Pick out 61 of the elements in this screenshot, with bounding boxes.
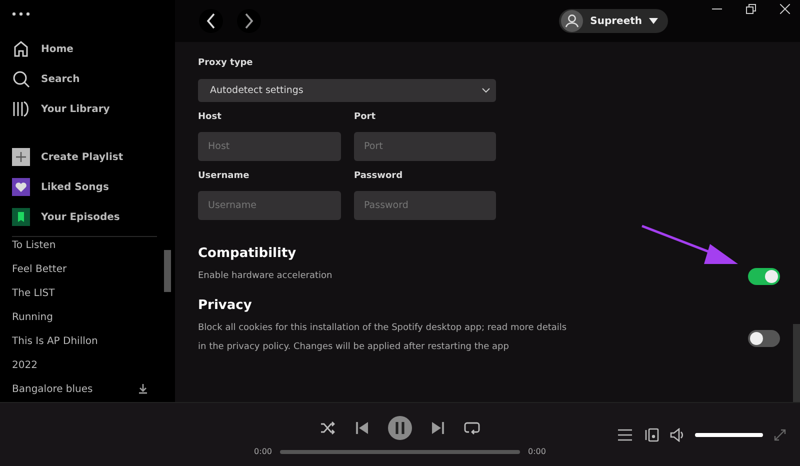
playlist-item[interactable]: This Is AP Dhillon (12, 329, 164, 353)
field-label: Proxy type (198, 57, 254, 69)
home-icon (12, 40, 30, 58)
sidebar-action[interactable]: Liked Songs (12, 172, 175, 202)
caret-icon (649, 18, 658, 24)
playlist-item[interactable]: The LIST (12, 281, 164, 305)
device-icon[interactable] (643, 428, 659, 442)
back-button[interactable] (199, 9, 223, 33)
sidebar-action[interactable]: Create Playlist (12, 142, 175, 172)
input-field[interactable]: Port (354, 132, 496, 161)
repeat-icon[interactable] (464, 421, 480, 435)
playlist-item[interactable]: To Listen (12, 237, 164, 257)
volume-slider[interactable] (695, 432, 763, 436)
pause-icon (395, 422, 405, 434)
setting-description: Enable hardware acceleration (198, 270, 334, 283)
nav-item[interactable]: Your Library (12, 94, 175, 124)
nav-item[interactable]: Search (12, 64, 175, 94)
section-heading: Privacy (198, 298, 253, 313)
sidebar-action[interactable]: Your Episodes (12, 202, 175, 232)
pause-button[interactable] (388, 416, 412, 440)
user-menu-button[interactable]: Supreeth (559, 9, 668, 33)
forward-button[interactable] (237, 9, 261, 33)
toggle-switch[interactable] (748, 268, 780, 285)
playlist-item[interactable]: Running (12, 305, 164, 329)
forward-icon (245, 13, 254, 29)
input-field[interactable]: Username (198, 191, 341, 220)
queue-icon[interactable] (618, 428, 632, 440)
progress-bar[interactable] (280, 450, 520, 454)
playlist-item[interactable]: 2022 (12, 353, 164, 377)
nav-item[interactable]: Home (12, 34, 175, 64)
field-label: Password (354, 170, 404, 182)
scrollbar-thumb[interactable] (793, 324, 800, 402)
proxy-type-dropdown[interactable]: Autodetect settings (198, 79, 496, 102)
chevron-icon (482, 88, 490, 93)
library-icon (12, 100, 30, 118)
plus-icon (12, 148, 30, 166)
restore-icon[interactable] (746, 4, 756, 14)
field-label: Username (198, 170, 250, 182)
input-field[interactable]: Password (354, 191, 496, 220)
search-icon (12, 70, 30, 88)
elapsed-time: 0:00 (254, 447, 272, 456)
more-icon[interactable] (12, 12, 30, 16)
avatar-icon (561, 10, 584, 32)
bookmark-icon (12, 208, 30, 226)
next-icon[interactable] (432, 422, 444, 434)
playlist-item[interactable]: Bangalore blues (12, 377, 164, 401)
section-heading: Compatibility (198, 246, 298, 261)
volume-icon[interactable] (670, 428, 684, 442)
field-label: Host (198, 111, 222, 123)
duration-time: 0:00 (528, 447, 546, 456)
setting-description: Block all cookies for this installation of the Spotify desktop app; read more details in the privacy policy. Changes will be applied after restarting the app (198, 322, 568, 354)
playlist-item[interactable]: Feel Better (12, 257, 164, 281)
fullscreen-icon[interactable] (774, 428, 786, 440)
back-icon (206, 13, 215, 29)
input-field[interactable]: Host (198, 132, 341, 161)
toggle-switch[interactable] (748, 330, 780, 346)
previous-icon[interactable] (356, 422, 368, 434)
field-label: Port (354, 111, 377, 123)
scrollbar-thumb[interactable] (164, 250, 171, 292)
shuffle-icon[interactable] (320, 421, 336, 435)
close-icon[interactable] (780, 4, 790, 14)
